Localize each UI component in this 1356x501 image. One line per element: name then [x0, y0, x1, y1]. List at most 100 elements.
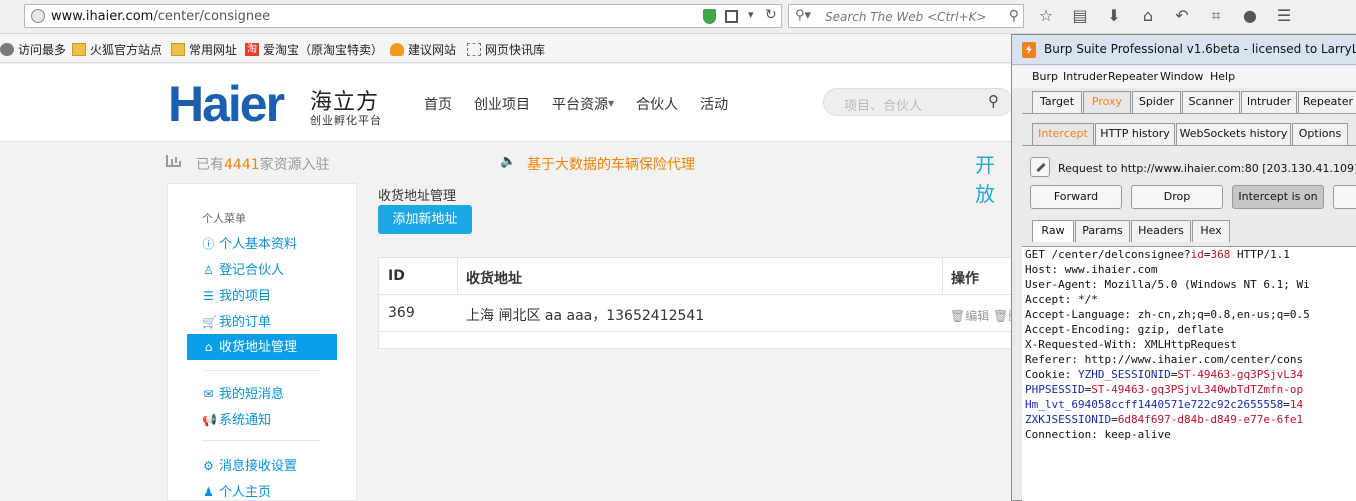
reload-icon[interactable]: ↻	[765, 7, 777, 23]
table-header-row: ID 收货地址 操作	[379, 258, 1019, 295]
qr-code-icon[interactable]	[725, 10, 738, 23]
tab-repeater[interactable]: Repeater	[1298, 91, 1356, 113]
sidebar-divider	[202, 370, 320, 371]
bookmark-firefox[interactable]: 火狐官方站点	[72, 41, 162, 58]
menu-burp[interactable]: Burp	[1032, 70, 1058, 83]
action-button[interactable]	[1333, 185, 1356, 209]
tab-target[interactable]: Target	[1032, 91, 1082, 113]
bookmark-common[interactable]: 常用网址	[171, 41, 237, 58]
caret-down-icon: ▼	[608, 99, 615, 108]
tab-proxy[interactable]: Proxy	[1083, 91, 1131, 113]
globe-icon	[31, 9, 45, 23]
person-icon: ♙	[203, 263, 214, 277]
sidebar-item-messages[interactable]: ✉ 我的短消息	[202, 384, 284, 410]
home-icon: ⌂	[204, 340, 213, 354]
bookmark-taobao[interactable]: 淘爱淘宝（原淘宝特卖）	[245, 41, 383, 58]
sidebar-item-notifications[interactable]: 📢 系统通知	[202, 410, 271, 436]
main-nav: 首页 创业项目 平台资源▼ 合伙人 活动	[424, 94, 750, 114]
subtab-websockets-history[interactable]: WebSockets history	[1176, 123, 1291, 145]
intercept-toggle-button[interactable]: Intercept is on	[1232, 185, 1324, 209]
chat-icon[interactable]: ●	[1238, 5, 1262, 27]
view-tab-headers[interactable]: Headers	[1131, 220, 1191, 242]
folder-icon	[72, 43, 86, 56]
forward-button[interactable]: Forward	[1030, 185, 1122, 209]
header-accept: Accept: */*	[1025, 293, 1098, 306]
add-address-button[interactable]: 添加新地址	[378, 205, 472, 234]
nav-resources[interactable]: 平台资源▼	[552, 94, 614, 114]
view-tab-params[interactable]: Params	[1075, 220, 1130, 242]
gear-icon	[0, 43, 14, 56]
download-icon[interactable]: ⬇	[1102, 5, 1126, 27]
request-target: Request to http://www.ihaier.com:80 [203…	[1058, 162, 1356, 175]
drop-button[interactable]: Drop	[1131, 185, 1223, 209]
personal-menu-caption: 个人菜单	[202, 212, 246, 225]
bookmark-webslices[interactable]: 网页快讯库	[467, 41, 545, 58]
dropdown-arrow-icon[interactable]: ▾	[748, 8, 754, 21]
subtab-options[interactable]: Options	[1292, 123, 1348, 145]
logo-subtitle: 创业孵化平台	[310, 114, 382, 127]
header-connection: Connection: keep-alive	[1025, 428, 1171, 441]
webslice-icon	[467, 43, 481, 56]
subtab-http-history[interactable]: HTTP history	[1095, 123, 1175, 145]
burp-logo-icon	[1022, 42, 1036, 58]
browser-search-box[interactable]: ⚲▾ Search The Web <Ctrl+K> ⚲	[788, 4, 1024, 28]
menu-intruder[interactable]: Intruder	[1063, 70, 1107, 83]
open-banner-text: 开放	[975, 153, 995, 206]
menu-help[interactable]: Help	[1210, 70, 1235, 83]
menu-window[interactable]: Window	[1160, 70, 1203, 83]
announcement-link[interactable]: 基于大数据的车辆保险代理	[527, 154, 695, 174]
speaker-icon: 🔈	[500, 154, 517, 169]
request-editor[interactable]: GET /center/delconsignee?id=368 HTTP/1.1…	[1022, 246, 1356, 501]
table-row: 369 上海 闸北区 aa aaa，13652412541 🗑编辑 🗑删	[379, 295, 1020, 332]
subtab-underline	[1022, 145, 1356, 146]
header-accept-language: Accept-Language: zh-cn,zh;q=0.8,en-us;q=…	[1025, 308, 1310, 321]
request-line: GET /center/delconsignee?id=368 HTTP/1.1	[1025, 248, 1290, 261]
search-icon[interactable]: ⚲	[988, 92, 999, 110]
home-icon[interactable]: ⌂	[1136, 5, 1160, 27]
nav-events[interactable]: 活动	[700, 94, 728, 114]
cookie-phpsessid: PHPSESSID=ST-49463-gq3PSjvL340wbTdTZmfn-…	[1025, 383, 1304, 396]
bookmark-most-visited[interactable]: 访问最多	[0, 41, 66, 58]
tab-intruder[interactable]: Intruder	[1241, 91, 1297, 113]
nav-home[interactable]: 首页	[424, 94, 452, 114]
menu-repeater[interactable]: Repeater	[1108, 70, 1158, 83]
tab-spider[interactable]: Spider	[1132, 91, 1181, 113]
search-go-icon[interactable]: ⚲	[1009, 8, 1019, 24]
sidebar-item-homepage[interactable]: ♟ 个人主页	[202, 482, 271, 501]
url-text[interactable]: www.ihaier.com/center/consignee	[51, 9, 270, 24]
site-search-input[interactable]: 项目、合伙人 ⚲	[823, 88, 1013, 116]
sidebar-item-address[interactable]: ⌂ 收货地址管理	[187, 334, 337, 360]
sidebar-divider	[202, 440, 320, 441]
tab-scanner[interactable]: Scanner	[1182, 91, 1240, 113]
shield-icon[interactable]	[703, 9, 716, 24]
crop-icon[interactable]: ⌗	[1204, 5, 1228, 27]
gear-icon: ⚙	[203, 459, 214, 473]
bookmark-suggested[interactable]: 建议网站	[390, 41, 456, 58]
reading-list-icon[interactable]: ▤	[1068, 5, 1092, 27]
sidebar-item-profile[interactable]: ⓘ 个人基本资料	[202, 234, 297, 260]
search-placeholder: Search The Web <Ctrl+K>	[825, 10, 987, 24]
row-actions[interactable]: 🗑编辑 🗑删	[950, 307, 1020, 324]
star-icon[interactable]: ☆	[1034, 5, 1058, 27]
search-icon: ⚲▾	[795, 8, 812, 23]
row-id: 369	[388, 305, 415, 321]
address-table: ID 收货地址 操作 369 上海 闸北区 aa aaa，13652412541…	[378, 257, 1020, 349]
nav-partners[interactable]: 合伙人	[636, 94, 678, 114]
sidebar-item-message-settings[interactable]: ⚙ 消息接收设置	[202, 456, 297, 482]
pencil-icon[interactable]	[1030, 157, 1050, 177]
bulb-icon	[390, 43, 404, 56]
megaphone-icon: 📢	[202, 413, 217, 427]
back-history-icon[interactable]: ↶	[1170, 5, 1194, 27]
subtab-intercept[interactable]: Intercept	[1032, 123, 1094, 145]
view-tab-raw[interactable]: Raw	[1032, 220, 1074, 242]
sidebar-item-projects[interactable]: ☰ 我的项目	[202, 286, 271, 312]
url-bar[interactable]: www.ihaier.com/center/consignee ▾ ↻	[24, 4, 782, 28]
sidebar-item-register-partner[interactable]: ♙ 登记合伙人	[202, 260, 284, 286]
menu-icon[interactable]: ☰	[1272, 5, 1296, 27]
personal-menu: 个人菜单 ⓘ 个人基本资料 ♙ 登记合伙人 ☰ 我的项目 🛒 我的订单 ⌂ 收货地址管理 …	[167, 183, 357, 501]
haier-logo[interactable]: Haier	[168, 79, 285, 129]
nav-projects[interactable]: 创业项目	[474, 94, 530, 114]
view-tab-hex[interactable]: Hex	[1192, 220, 1230, 242]
header-host: Host: www.ihaier.com	[1025, 263, 1158, 276]
user-icon: ♟	[203, 485, 214, 499]
